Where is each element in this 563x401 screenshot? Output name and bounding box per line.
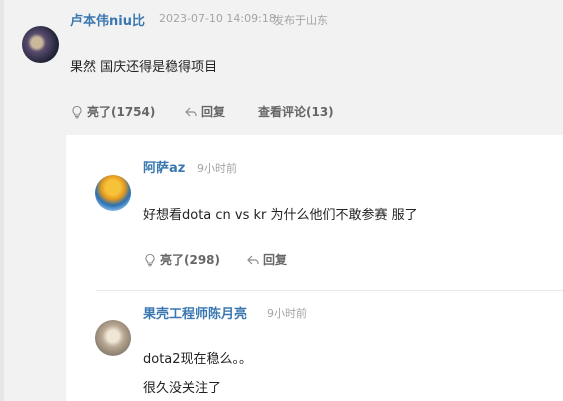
avatar[interactable]	[22, 26, 59, 63]
replies-panel	[66, 135, 563, 401]
view-comments-label: 查看评论(13)	[258, 105, 334, 119]
reply-label: 回复	[263, 253, 288, 267]
reply-arrow-icon	[185, 107, 197, 116]
reply-label: 回复	[201, 105, 226, 119]
reply-text-line-1: dota2现在稳么。。	[143, 352, 253, 367]
reply-username[interactable]: 阿萨az	[143, 157, 185, 176]
lightbulb-icon	[72, 105, 82, 118]
timestamp: 2023-07-10 14:09:18	[159, 12, 276, 25]
avatar[interactable]	[95, 320, 131, 356]
reply-button[interactable]: 回复	[184, 103, 225, 120]
left-frame-border	[0, 0, 4, 401]
divider	[96, 290, 563, 291]
reply-text: 好想看dota cn vs kr 为什么他们不敢参赛 服了	[143, 208, 418, 223]
like-count-label: 亮了(1754)	[87, 105, 156, 119]
username[interactable]: 卢本伟niu比	[70, 10, 145, 29]
reply-button[interactable]: 回复	[246, 251, 287, 268]
lightbulb-icon	[145, 253, 155, 266]
avatar[interactable]	[95, 175, 131, 211]
reply-text-line-2: 很久没关注了	[143, 381, 222, 396]
view-comments-button[interactable]: 查看评论(13)	[258, 103, 334, 120]
comment-text: 果然 国庆还得是稳得项目	[70, 60, 218, 75]
reply-time: 9小时前	[197, 162, 237, 175]
reply-arrow-icon	[247, 255, 259, 264]
like-count-label: 亮了(298)	[160, 253, 221, 267]
like-button[interactable]: 亮了(298)	[143, 251, 220, 268]
reply-time: 9小时前	[267, 307, 307, 320]
reply-username[interactable]: 果壳工程师陈月亮	[143, 303, 247, 322]
location-label: 发布于山东	[273, 14, 328, 27]
like-button[interactable]: 亮了(1754)	[70, 103, 155, 120]
